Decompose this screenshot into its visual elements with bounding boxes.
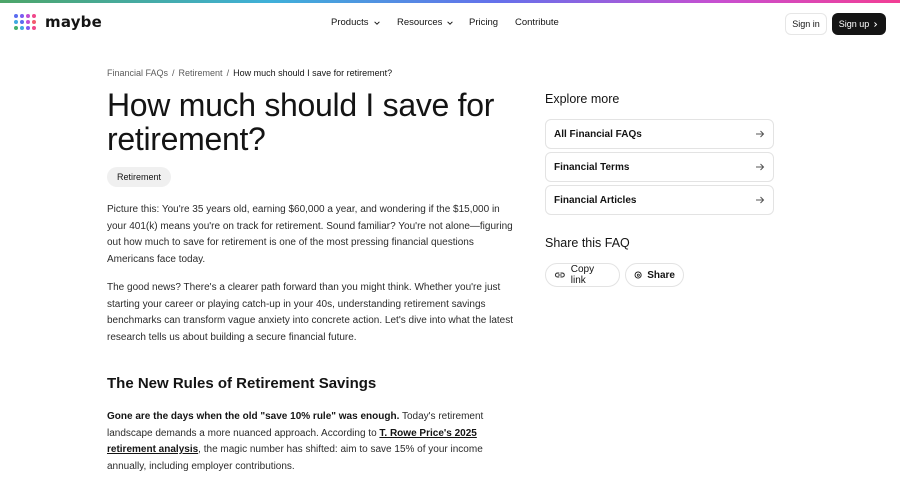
nav-resources-label: Resources bbox=[397, 17, 443, 28]
nav-products[interactable]: Products bbox=[331, 17, 381, 28]
nav-contribute[interactable]: Contribute bbox=[515, 17, 559, 28]
chevron-down-icon bbox=[373, 20, 380, 25]
share-label: Share bbox=[647, 269, 675, 281]
sign-up-label: Sign up bbox=[838, 19, 870, 29]
article-paragraph-1: Picture this: You're 35 years old, earni… bbox=[107, 204, 513, 265]
logo[interactable]: maybe bbox=[14, 13, 102, 31]
logo-mark-icon bbox=[14, 14, 38, 30]
explore-link-financial-articles[interactable]: Financial Articles bbox=[545, 185, 774, 215]
site-header: maybe Products Resources Pricing Contrib… bbox=[0, 3, 900, 43]
breadcrumb-item-retirement[interactable]: Retirement bbox=[179, 68, 223, 78]
page-title: How much should I save for retirement? bbox=[107, 87, 495, 157]
explore-link-label: Financial Terms bbox=[554, 161, 630, 173]
section-heading: The New Rules of Retirement Savings bbox=[107, 375, 377, 392]
nav-products-label: Products bbox=[331, 17, 369, 28]
article-paragraph-2: The good news? There's a clearer path fo… bbox=[107, 282, 514, 343]
link-icon bbox=[554, 272, 565, 278]
arrow-right-icon bbox=[756, 163, 765, 171]
explore-link-label: All Financial FAQs bbox=[554, 128, 642, 140]
explore-link-label: Financial Articles bbox=[554, 194, 637, 206]
chevron-right-icon bbox=[874, 21, 878, 27]
article-paragraph-3: Gone are the days when the old "save 10%… bbox=[107, 409, 517, 475]
share-button[interactable]: Share bbox=[625, 263, 684, 287]
arrow-right-icon bbox=[756, 130, 765, 138]
copy-link-label: Copy link bbox=[570, 264, 595, 286]
sign-in-button[interactable]: Sign in bbox=[785, 13, 827, 35]
breadcrumb-separator: / bbox=[172, 68, 175, 78]
chevron-down-icon bbox=[447, 20, 454, 25]
explore-link-all-financial-faqs[interactable]: All Financial FAQs bbox=[545, 119, 774, 149]
explore-more-heading: Explore more bbox=[545, 92, 620, 106]
threads-icon bbox=[634, 271, 642, 279]
arrow-right-icon bbox=[756, 196, 765, 204]
breadcrumb-separator: / bbox=[226, 68, 230, 78]
breadcrumb-item-current: How much should I save for retirement? bbox=[233, 68, 393, 78]
nav-resources[interactable]: Resources bbox=[397, 17, 454, 28]
category-tag[interactable]: Retirement bbox=[107, 167, 172, 187]
logo-text: maybe bbox=[45, 13, 102, 31]
nav-pricing-label: Pricing bbox=[469, 17, 499, 28]
share-heading: Share this FAQ bbox=[545, 236, 630, 250]
nav-contribute-label: Contribute bbox=[515, 17, 559, 28]
copy-link-button[interactable]: Copy link bbox=[545, 263, 620, 287]
sign-up-button[interactable]: Sign up bbox=[832, 13, 886, 35]
breadcrumb: Financial FAQs / Retirement / How much s… bbox=[107, 68, 392, 78]
nav-pricing[interactable]: Pricing bbox=[469, 17, 498, 28]
explore-link-financial-terms[interactable]: Financial Terms bbox=[545, 152, 774, 182]
breadcrumb-item-financial-faqs[interactable]: Financial FAQs bbox=[107, 68, 168, 78]
paragraph-3-bold: Gone are the days when the old "save 10%… bbox=[107, 411, 400, 422]
